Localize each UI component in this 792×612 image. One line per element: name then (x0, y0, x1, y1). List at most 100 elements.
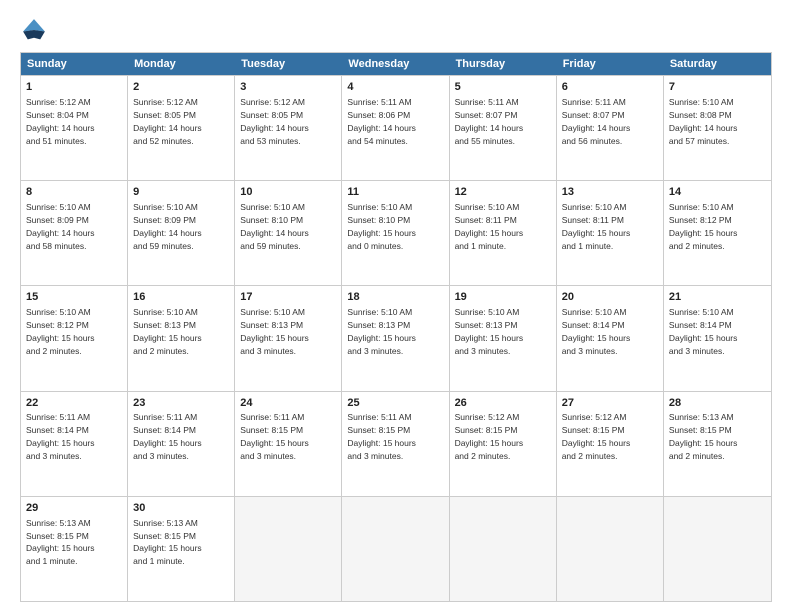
calendar-cell: 17 Sunrise: 5:10 AMSunset: 8:13 PMDaylig… (235, 286, 342, 390)
day-number: 23 (133, 396, 229, 411)
cell-info: Sunrise: 5:10 AMSunset: 8:14 PMDaylight:… (562, 307, 631, 356)
cell-info: Sunrise: 5:10 AMSunset: 8:12 PMDaylight:… (669, 202, 738, 251)
cell-info: Sunrise: 5:10 AMSunset: 8:13 PMDaylight:… (455, 307, 524, 356)
header-day-friday: Friday (557, 53, 664, 75)
day-number: 2 (133, 80, 229, 95)
calendar-cell: 3 Sunrise: 5:12 AMSunset: 8:05 PMDayligh… (235, 76, 342, 180)
day-number: 24 (240, 396, 336, 411)
calendar-cell: 8 Sunrise: 5:10 AMSunset: 8:09 PMDayligh… (21, 181, 128, 285)
day-number: 27 (562, 396, 658, 411)
calendar-cell: 25 Sunrise: 5:11 AMSunset: 8:15 PMDaylig… (342, 392, 449, 496)
calendar-cell: 23 Sunrise: 5:11 AMSunset: 8:14 PMDaylig… (128, 392, 235, 496)
logo (20, 16, 52, 44)
cell-info: Sunrise: 5:10 AMSunset: 8:14 PMDaylight:… (669, 307, 738, 356)
calendar-cell: 26 Sunrise: 5:12 AMSunset: 8:15 PMDaylig… (450, 392, 557, 496)
cell-info: Sunrise: 5:11 AMSunset: 8:15 PMDaylight:… (240, 412, 309, 461)
cell-info: Sunrise: 5:10 AMSunset: 8:11 PMDaylight:… (455, 202, 524, 251)
cell-info: Sunrise: 5:10 AMSunset: 8:13 PMDaylight:… (133, 307, 202, 356)
day-number: 14 (669, 185, 766, 200)
header (20, 16, 772, 44)
day-number: 1 (26, 80, 122, 95)
cell-info: Sunrise: 5:13 AMSunset: 8:15 PMDaylight:… (133, 518, 202, 567)
cell-info: Sunrise: 5:12 AMSunset: 8:15 PMDaylight:… (455, 412, 524, 461)
header-day-saturday: Saturday (664, 53, 771, 75)
calendar-cell: 16 Sunrise: 5:10 AMSunset: 8:13 PMDaylig… (128, 286, 235, 390)
day-number: 18 (347, 290, 443, 305)
day-number: 8 (26, 185, 122, 200)
cell-info: Sunrise: 5:10 AMSunset: 8:09 PMDaylight:… (133, 202, 202, 251)
cell-info: Sunrise: 5:10 AMSunset: 8:10 PMDaylight:… (347, 202, 416, 251)
cell-info: Sunrise: 5:10 AMSunset: 8:09 PMDaylight:… (26, 202, 95, 251)
cell-info: Sunrise: 5:11 AMSunset: 8:06 PMDaylight:… (347, 97, 416, 146)
day-number: 19 (455, 290, 551, 305)
day-number: 26 (455, 396, 551, 411)
cell-info: Sunrise: 5:11 AMSunset: 8:07 PMDaylight:… (562, 97, 631, 146)
cell-info: Sunrise: 5:12 AMSunset: 8:15 PMDaylight:… (562, 412, 631, 461)
cell-info: Sunrise: 5:12 AMSunset: 8:05 PMDaylight:… (240, 97, 309, 146)
day-number: 30 (133, 501, 229, 516)
cell-info: Sunrise: 5:10 AMSunset: 8:13 PMDaylight:… (240, 307, 309, 356)
calendar-body: 1 Sunrise: 5:12 AMSunset: 8:04 PMDayligh… (21, 75, 771, 601)
calendar-cell: 27 Sunrise: 5:12 AMSunset: 8:15 PMDaylig… (557, 392, 664, 496)
calendar-row-5: 29 Sunrise: 5:13 AMSunset: 8:15 PMDaylig… (21, 496, 771, 601)
calendar-cell: 28 Sunrise: 5:13 AMSunset: 8:15 PMDaylig… (664, 392, 771, 496)
cell-info: Sunrise: 5:10 AMSunset: 8:08 PMDaylight:… (669, 97, 738, 146)
calendar-cell: 29 Sunrise: 5:13 AMSunset: 8:15 PMDaylig… (21, 497, 128, 601)
header-day-sunday: Sunday (21, 53, 128, 75)
cell-info: Sunrise: 5:11 AMSunset: 8:07 PMDaylight:… (455, 97, 524, 146)
calendar-cell: 19 Sunrise: 5:10 AMSunset: 8:13 PMDaylig… (450, 286, 557, 390)
calendar-cell: 20 Sunrise: 5:10 AMSunset: 8:14 PMDaylig… (557, 286, 664, 390)
calendar-cell: 7 Sunrise: 5:10 AMSunset: 8:08 PMDayligh… (664, 76, 771, 180)
calendar-cell (664, 497, 771, 601)
calendar-cell: 10 Sunrise: 5:10 AMSunset: 8:10 PMDaylig… (235, 181, 342, 285)
day-number: 29 (26, 501, 122, 516)
cell-info: Sunrise: 5:11 AMSunset: 8:14 PMDaylight:… (133, 412, 202, 461)
day-number: 10 (240, 185, 336, 200)
day-number: 13 (562, 185, 658, 200)
cell-info: Sunrise: 5:10 AMSunset: 8:11 PMDaylight:… (562, 202, 631, 251)
calendar-cell: 6 Sunrise: 5:11 AMSunset: 8:07 PMDayligh… (557, 76, 664, 180)
day-number: 21 (669, 290, 766, 305)
day-number: 25 (347, 396, 443, 411)
calendar-cell: 22 Sunrise: 5:11 AMSunset: 8:14 PMDaylig… (21, 392, 128, 496)
day-number: 9 (133, 185, 229, 200)
calendar-cell (342, 497, 449, 601)
day-number: 11 (347, 185, 443, 200)
day-number: 20 (562, 290, 658, 305)
day-number: 7 (669, 80, 766, 95)
calendar-cell: 2 Sunrise: 5:12 AMSunset: 8:05 PMDayligh… (128, 76, 235, 180)
day-number: 6 (562, 80, 658, 95)
calendar-cell: 21 Sunrise: 5:10 AMSunset: 8:14 PMDaylig… (664, 286, 771, 390)
day-number: 4 (347, 80, 443, 95)
calendar-cell: 1 Sunrise: 5:12 AMSunset: 8:04 PMDayligh… (21, 76, 128, 180)
day-number: 3 (240, 80, 336, 95)
day-number: 15 (26, 290, 122, 305)
day-number: 22 (26, 396, 122, 411)
page: SundayMondayTuesdayWednesdayThursdayFrid… (0, 0, 792, 612)
calendar-cell: 9 Sunrise: 5:10 AMSunset: 8:09 PMDayligh… (128, 181, 235, 285)
day-number: 17 (240, 290, 336, 305)
cell-info: Sunrise: 5:13 AMSunset: 8:15 PMDaylight:… (26, 518, 95, 567)
calendar-cell: 30 Sunrise: 5:13 AMSunset: 8:15 PMDaylig… (128, 497, 235, 601)
cell-info: Sunrise: 5:10 AMSunset: 8:13 PMDaylight:… (347, 307, 416, 356)
calendar-cell: 18 Sunrise: 5:10 AMSunset: 8:13 PMDaylig… (342, 286, 449, 390)
calendar-row-3: 15 Sunrise: 5:10 AMSunset: 8:12 PMDaylig… (21, 285, 771, 390)
calendar-row-2: 8 Sunrise: 5:10 AMSunset: 8:09 PMDayligh… (21, 180, 771, 285)
cell-info: Sunrise: 5:12 AMSunset: 8:05 PMDaylight:… (133, 97, 202, 146)
calendar-cell (557, 497, 664, 601)
header-day-wednesday: Wednesday (342, 53, 449, 75)
calendar-cell: 12 Sunrise: 5:10 AMSunset: 8:11 PMDaylig… (450, 181, 557, 285)
calendar-cell: 11 Sunrise: 5:10 AMSunset: 8:10 PMDaylig… (342, 181, 449, 285)
calendar: SundayMondayTuesdayWednesdayThursdayFrid… (20, 52, 772, 602)
day-number: 28 (669, 396, 766, 411)
cell-info: Sunrise: 5:10 AMSunset: 8:10 PMDaylight:… (240, 202, 309, 251)
calendar-row-4: 22 Sunrise: 5:11 AMSunset: 8:14 PMDaylig… (21, 391, 771, 496)
cell-info: Sunrise: 5:11 AMSunset: 8:14 PMDaylight:… (26, 412, 95, 461)
calendar-header: SundayMondayTuesdayWednesdayThursdayFrid… (21, 53, 771, 75)
calendar-cell (450, 497, 557, 601)
calendar-row-1: 1 Sunrise: 5:12 AMSunset: 8:04 PMDayligh… (21, 75, 771, 180)
calendar-cell (235, 497, 342, 601)
calendar-cell: 14 Sunrise: 5:10 AMSunset: 8:12 PMDaylig… (664, 181, 771, 285)
header-day-thursday: Thursday (450, 53, 557, 75)
calendar-cell: 15 Sunrise: 5:10 AMSunset: 8:12 PMDaylig… (21, 286, 128, 390)
